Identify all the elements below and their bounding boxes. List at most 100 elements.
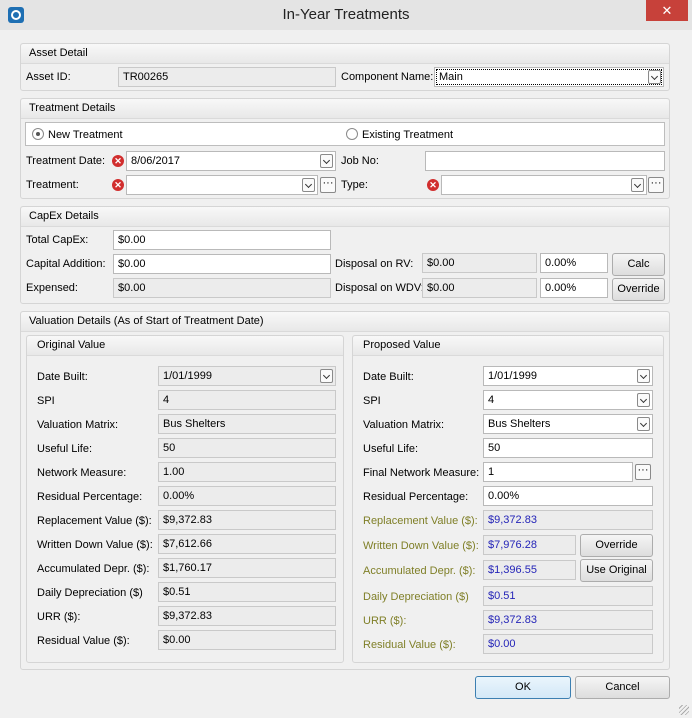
orig-network-field: 1.00 bbox=[158, 462, 336, 482]
prop-acc-depr-label: Accumulated Depr. ($): bbox=[363, 565, 476, 577]
chevron-down-icon[interactable] bbox=[631, 178, 644, 192]
orig-daily-label: Daily Depreciation ($) bbox=[37, 587, 143, 599]
treatment-date-label: Treatment Date: bbox=[26, 155, 106, 167]
prop-date-built-label: Date Built: bbox=[363, 371, 414, 383]
job-no-label: Job No: bbox=[341, 155, 379, 167]
type-label: Type: bbox=[341, 179, 368, 191]
prop-useful-life-input[interactable]: 50 bbox=[483, 438, 653, 458]
prop-date-built-value: 1/01/1999 bbox=[488, 370, 537, 382]
prop-wdv-field: $7,976.28 bbox=[483, 535, 576, 555]
type-select[interactable] bbox=[441, 175, 647, 195]
valuation-details-header: Valuation Details (As of Start of Treatm… bbox=[29, 315, 264, 327]
orig-acc-depr-label: Accumulated Depr. ($): bbox=[37, 563, 150, 575]
chevron-down-icon[interactable] bbox=[648, 70, 661, 84]
capex-override-button[interactable]: Override bbox=[612, 278, 665, 301]
component-name-select[interactable]: Main bbox=[434, 67, 664, 87]
ok-button[interactable]: OK bbox=[475, 676, 571, 699]
treatment-date-value: 8/06/2017 bbox=[131, 155, 180, 167]
use-original-button[interactable]: Use Original bbox=[580, 559, 653, 582]
orig-urr-label: URR ($): bbox=[37, 611, 81, 623]
type-ellipsis-button[interactable]: ··· bbox=[648, 177, 664, 193]
treatment-label: Treatment: bbox=[26, 179, 79, 191]
orig-residual-value-field: $0.00 bbox=[158, 630, 336, 650]
disposal-rv-percent-input[interactable]: 0.00% bbox=[540, 253, 608, 273]
treatment-select[interactable] bbox=[126, 175, 318, 195]
orig-replacement-field: $9,372.83 bbox=[158, 510, 336, 530]
prop-wdv-label: Written Down Value ($): bbox=[363, 540, 479, 552]
orig-acc-depr-field: $1,760.17 bbox=[158, 558, 336, 578]
orig-residual-pct-label: Residual Percentage: bbox=[37, 491, 143, 503]
orig-useful-life-field: 50 bbox=[158, 438, 336, 458]
cancel-button[interactable]: Cancel bbox=[575, 676, 670, 699]
calendar-dropdown-icon[interactable] bbox=[320, 154, 333, 168]
close-icon[interactable]: ✕ bbox=[646, 0, 688, 21]
prop-useful-life-label: Useful Life: bbox=[363, 443, 419, 455]
orig-residual-value-label: Residual Value ($): bbox=[37, 635, 130, 647]
title-bar: In-Year Treatments ✕ bbox=[0, 0, 692, 30]
calc-button[interactable]: Calc bbox=[612, 253, 665, 276]
resize-grip[interactable] bbox=[679, 705, 689, 715]
window-title: In-Year Treatments bbox=[282, 6, 410, 23]
prop-spi-select[interactable]: 4 bbox=[483, 390, 653, 410]
capital-addition-label: Capital Addition: bbox=[26, 258, 106, 270]
prop-urr-field: $9,372.83 bbox=[483, 610, 653, 630]
expensed-label: Expensed: bbox=[26, 282, 78, 294]
orig-matrix-field: Bus Shelters bbox=[158, 414, 336, 434]
disposal-rv-field: $0.00 bbox=[422, 253, 537, 273]
asset-detail-header: Asset Detail bbox=[29, 47, 88, 59]
orig-wdv-label: Written Down Value ($): bbox=[37, 539, 153, 551]
prop-network-label: Final Network Measure: bbox=[363, 467, 480, 479]
prop-override-button[interactable]: Override bbox=[580, 534, 653, 557]
disposal-wdv-percent-input[interactable]: 0.00% bbox=[540, 278, 608, 298]
orig-urr-field: $9,372.83 bbox=[158, 606, 336, 626]
prop-acc-depr-field: $1,396.55 bbox=[483, 560, 576, 580]
prop-daily-field: $0.51 bbox=[483, 586, 653, 606]
proposed-value-header: Proposed Value bbox=[363, 339, 441, 351]
chevron-down-icon[interactable] bbox=[637, 393, 650, 407]
orig-spi-field: 4 bbox=[158, 390, 336, 410]
asset-id-label: Asset ID: bbox=[26, 71, 71, 83]
prop-spi-value: 4 bbox=[488, 394, 495, 406]
prop-replacement-label: Replacement Value ($): bbox=[363, 515, 478, 527]
prop-matrix-select[interactable]: Bus Shelters bbox=[483, 414, 653, 434]
prop-urr-label: URR ($): bbox=[363, 615, 407, 627]
component-name-label: Component Name: bbox=[341, 71, 434, 83]
orig-network-label: Network Measure: bbox=[37, 467, 127, 479]
disposal-wdv-field: $0.00 bbox=[422, 278, 537, 298]
existing-treatment-label[interactable]: Existing Treatment bbox=[362, 129, 453, 141]
new-treatment-radio[interactable] bbox=[32, 128, 44, 140]
prop-network-input[interactable]: 1 bbox=[483, 462, 633, 482]
component-name-value: Main bbox=[439, 71, 463, 83]
chevron-down-icon[interactable] bbox=[637, 417, 650, 431]
orig-date-built-field: 1/01/1999 bbox=[158, 366, 336, 386]
prop-residual-value-field: $0.00 bbox=[483, 634, 653, 654]
prop-date-built-picker[interactable]: 1/01/1999 bbox=[483, 366, 653, 386]
prop-matrix-label: Valuation Matrix: bbox=[363, 419, 445, 431]
error-icon: ✕ bbox=[427, 179, 439, 191]
prop-daily-label: Daily Depreciation ($) bbox=[363, 591, 469, 603]
treatment-date-picker[interactable]: 8/06/2017 bbox=[126, 151, 336, 171]
job-no-input[interactable] bbox=[425, 151, 665, 171]
network-ellipsis-button[interactable]: ··· bbox=[635, 464, 651, 480]
existing-treatment-radio[interactable] bbox=[346, 128, 358, 140]
orig-wdv-field: $7,612.66 bbox=[158, 534, 336, 554]
asset-id-field: TR00265 bbox=[118, 67, 336, 87]
chevron-down-icon[interactable] bbox=[302, 178, 315, 192]
original-value-header: Original Value bbox=[37, 339, 106, 351]
dialog-window: In-Year Treatments ✕ Asset Detail Asset … bbox=[0, 0, 692, 718]
error-icon: ✕ bbox=[112, 155, 124, 167]
prop-residual-pct-input[interactable]: 0.00% bbox=[483, 486, 653, 506]
new-treatment-label[interactable]: New Treatment bbox=[48, 129, 123, 141]
expensed-field: $0.00 bbox=[113, 278, 331, 298]
prop-spi-label: SPI bbox=[363, 395, 381, 407]
calendar-dropdown-icon[interactable] bbox=[637, 369, 650, 383]
orig-spi-label: SPI bbox=[37, 395, 55, 407]
orig-date-built-label: Date Built: bbox=[37, 371, 88, 383]
prop-residual-pct-label: Residual Percentage: bbox=[363, 491, 469, 503]
orig-replacement-label: Replacement Value ($): bbox=[37, 515, 152, 527]
treatment-ellipsis-button[interactable]: ··· bbox=[320, 177, 336, 193]
orig-matrix-label: Valuation Matrix: bbox=[37, 419, 119, 431]
capital-addition-input[interactable]: $0.00 bbox=[113, 254, 331, 274]
error-icon: ✕ bbox=[112, 179, 124, 191]
total-capex-input[interactable]: $0.00 bbox=[113, 230, 331, 250]
